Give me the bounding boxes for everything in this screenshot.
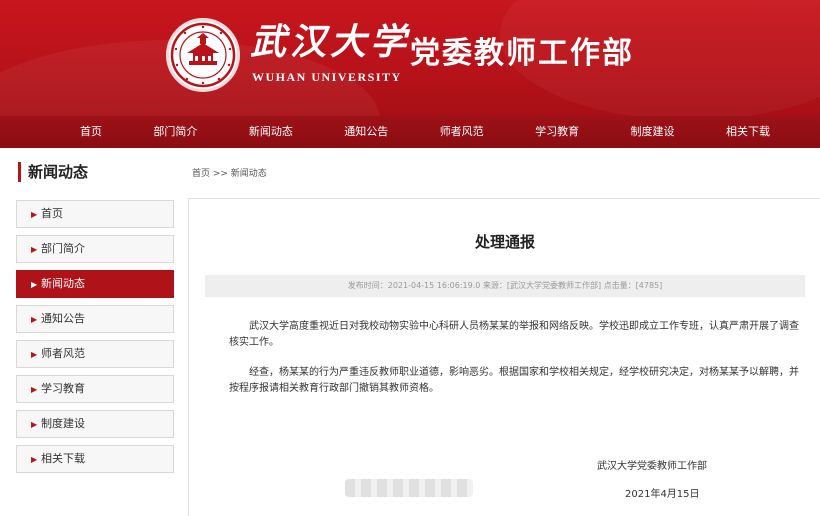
article-panel: 处理通报 发布时间：2021-04-15 16:06:19.0 来源：[武汉大学… [188, 198, 820, 516]
sidebar-item-learning[interactable]: ▶ 学习教育 [16, 375, 174, 403]
sidebar-item-label: 学习教育 [41, 382, 85, 395]
university-english-name: WUHAN UNIVERSITY [252, 70, 402, 84]
sidebar-item-regulations[interactable]: ▶ 制度建设 [16, 410, 174, 438]
sidebar-item-label: 制度建设 [41, 417, 85, 430]
sidebar-item-label: 相关下载 [41, 452, 85, 465]
sidebar-title: 新闻动态 [18, 162, 88, 182]
sidebar-item-label: 新闻动态 [41, 277, 85, 290]
nav-news[interactable]: 新闻动态 [249, 116, 293, 148]
arrow-right-icon: ▶ [31, 245, 38, 254]
nav-notices[interactable]: 通知公告 [344, 116, 388, 148]
sidebar-item-label: 师者风范 [41, 347, 85, 360]
arrow-right-icon: ▶ [31, 210, 38, 219]
watermark-blur [345, 479, 473, 497]
university-logo-text: 武汉大学 [250, 21, 411, 63]
sidebar-item-teacher-models[interactable]: ▶ 师者风范 [16, 340, 174, 368]
article-date: 2021年4月15日 [625, 489, 700, 500]
arrow-right-icon: ▶ [31, 350, 38, 359]
article-paragraph: 武汉大学高度重视近日对我校动物实验中心科研人员杨某某的举报和网络反映。学校迅即成… [229, 321, 799, 348]
sidebar-item-notices[interactable]: ▶ 通知公告 [16, 305, 174, 333]
article-signature: 武汉大学党委教师工作部 [597, 461, 707, 472]
arrow-right-icon: ▶ [31, 280, 38, 289]
nav-regulations[interactable]: 制度建设 [631, 116, 675, 148]
university-seal-icon[interactable] [166, 18, 240, 92]
sidebar-item-department-intro[interactable]: ▶ 部门简介 [16, 235, 174, 263]
article-meta: 发布时间：2021-04-15 16:06:19.0 来源：[武汉大学党委教师工… [205, 275, 805, 297]
arrow-right-icon: ▶ [31, 385, 38, 394]
nav-department-intro[interactable]: 部门简介 [153, 116, 197, 148]
article-title: 处理通报 [474, 233, 535, 251]
nav-home[interactable]: 首页 [80, 116, 102, 148]
arrow-right-icon: ▶ [31, 420, 38, 429]
main-nav: 首页 部门简介 新闻动态 通知公告 师者风范 学习教育 制度建设 相关下载 [0, 116, 820, 148]
sidebar-item-label: 首页 [41, 207, 63, 220]
sidebar-item-home[interactable]: ▶ 首页 [16, 200, 174, 228]
nav-downloads[interactable]: 相关下载 [726, 116, 770, 148]
breadcrumb[interactable]: 首页 >> 新闻动态 [192, 166, 267, 179]
arrow-right-icon: ▶ [31, 455, 38, 464]
department-title: 党委教师工作部 [410, 36, 634, 71]
sidebar-menu: ▶ 首页 ▶ 部门简介 ▶ 新闻动态 ▶ 通知公告 ▶ 师者风范 ▶ 学习教育 ▶ 制度建设 … [16, 200, 174, 480]
nav-learning[interactable]: 学习教育 [535, 116, 579, 148]
header-banner: 武汉大学 WUHAN UNIVERSITY 党委教师工作部 [0, 0, 820, 116]
sidebar-item-label: 部门简介 [41, 242, 85, 255]
arrow-right-icon: ▶ [31, 315, 38, 324]
nav-teacher-models[interactable]: 师者风范 [440, 116, 484, 148]
sidebar-item-downloads[interactable]: ▶ 相关下载 [16, 445, 174, 473]
article-paragraph: 经查，杨某某的行为严重违反教师职业道德，影响恶劣。根据国家和学校相关规定，经学校… [229, 367, 799, 394]
sidebar-item-label: 通知公告 [41, 312, 85, 325]
sidebar-item-news[interactable]: ▶ 新闻动态 [16, 270, 174, 298]
